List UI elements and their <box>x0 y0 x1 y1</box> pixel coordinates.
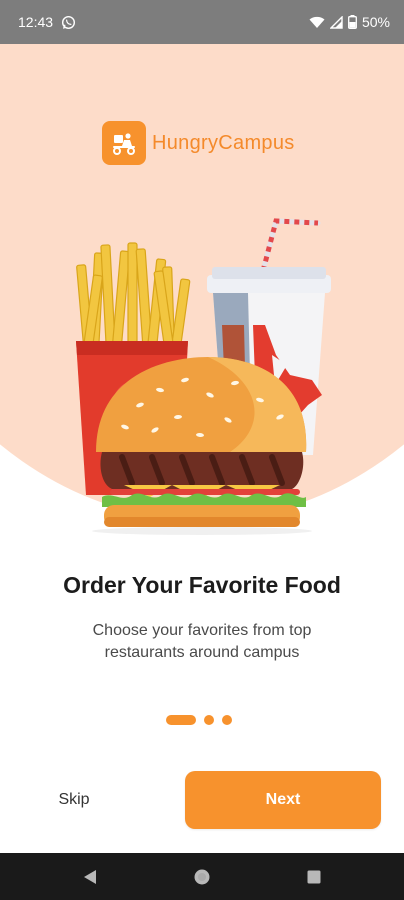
page-indicator[interactable] <box>222 715 232 725</box>
whatsapp-icon <box>61 15 76 30</box>
battery-icon <box>348 15 357 29</box>
onboarding-title: Order Your Favorite Food <box>63 572 341 598</box>
page-indicator-active[interactable] <box>166 715 196 725</box>
status-time: 12:43 <box>18 14 54 30</box>
page-indicator[interactable] <box>204 715 214 725</box>
next-button[interactable]: Next <box>185 771 381 829</box>
skip-button[interactable]: Skip <box>38 780 110 820</box>
burger-icon <box>92 357 312 535</box>
system-nav-bar <box>0 853 404 900</box>
signal-icon <box>329 15 343 29</box>
onboarding-screen: 12:43 50% HungryCampus Order Your Favori… <box>0 0 404 900</box>
back-icon[interactable] <box>76 863 104 891</box>
app-name: HungryCampus <box>152 131 295 154</box>
scooter-delivery-icon <box>102 121 146 165</box>
wifi-icon <box>309 16 325 29</box>
recents-icon[interactable] <box>300 863 328 891</box>
status-bar: 12:43 50% <box>0 0 404 44</box>
app-logo: HungryCampus <box>102 121 295 165</box>
battery-percent: 50% <box>361 14 390 30</box>
pagination-dots <box>166 715 232 725</box>
fries-drink-burger-illustration <box>60 205 350 545</box>
onboarding-subtitle: Choose your favorites from top restauran… <box>92 622 312 661</box>
home-icon[interactable] <box>188 863 216 891</box>
